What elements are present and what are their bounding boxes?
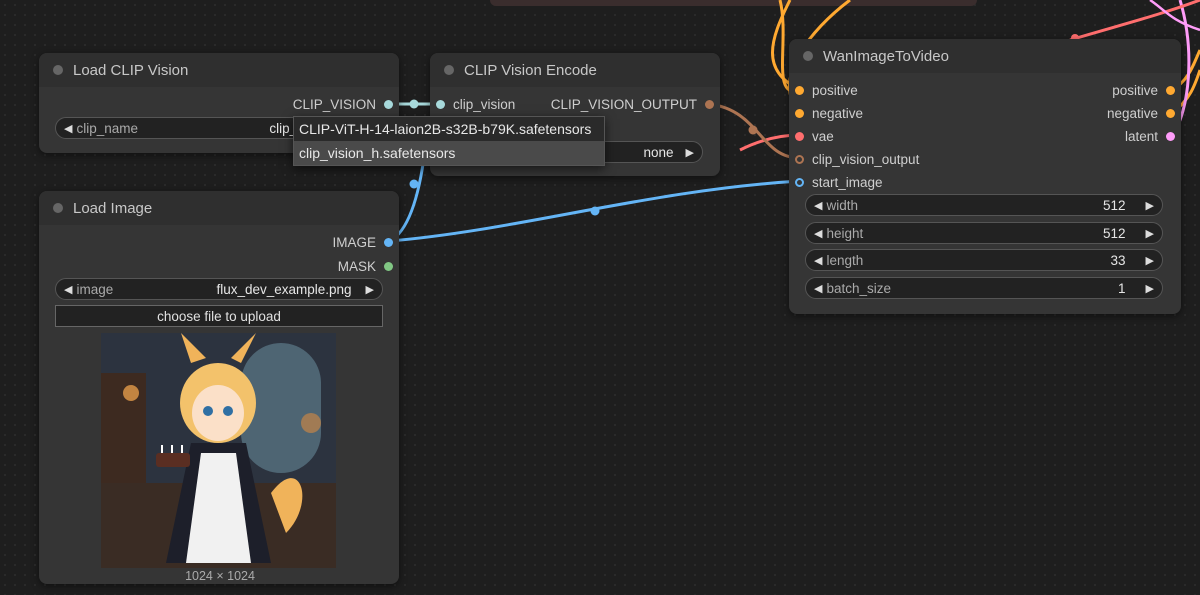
node-title: WanImageToVideo bbox=[823, 47, 949, 65]
output-clip-vision-output[interactable]: CLIP_VISION_OUTPUT bbox=[551, 95, 714, 113]
arrow-right-icon[interactable]: ▶ bbox=[1146, 199, 1154, 212]
arrow-right-icon[interactable]: ▶ bbox=[1146, 254, 1154, 267]
slot-label: negative bbox=[812, 105, 864, 121]
input-negative[interactable]: negative bbox=[795, 104, 863, 122]
output-mask[interactable]: MASK bbox=[338, 257, 393, 275]
slot-dot-icon[interactable] bbox=[795, 177, 804, 187]
widget-label: clip_name bbox=[76, 120, 139, 136]
widget-value: 512 bbox=[1103, 197, 1126, 213]
slot-label: latent bbox=[1124, 128, 1158, 144]
input-start-image[interactable]: start_image bbox=[795, 173, 883, 191]
widget-value: none bbox=[643, 144, 674, 160]
output-negative[interactable]: negative bbox=[1107, 104, 1175, 122]
slot-label: CLIP_VISION_OUTPUT bbox=[550, 96, 697, 112]
widget-value: 512 bbox=[1103, 225, 1126, 241]
clip-name-dropdown-menu[interactable]: CLIP-ViT-H-14-laion2B-s32B-b79K.safetens… bbox=[293, 116, 605, 166]
arrow-right-icon[interactable]: ▶ bbox=[1146, 227, 1154, 240]
image-dimensions: 1024 × 1024 bbox=[185, 569, 255, 583]
input-clip-vision-output[interactable]: clip_vision_output bbox=[795, 150, 919, 168]
image-combo[interactable]: ◀ image flux_dev_example.png ▶ bbox=[55, 278, 383, 300]
slot-dot-icon[interactable] bbox=[1166, 131, 1175, 141]
node-title: CLIP Vision Encode bbox=[464, 61, 597, 79]
slot-dot-icon[interactable] bbox=[795, 85, 804, 95]
slot-dot-icon[interactable] bbox=[384, 261, 393, 271]
slot-label: CLIP_VISION bbox=[292, 96, 376, 112]
node-title: Load CLIP Vision bbox=[73, 61, 189, 79]
collapse-dot-icon[interactable] bbox=[53, 65, 63, 75]
arrow-right-icon[interactable]: ▶ bbox=[1146, 282, 1154, 295]
node-title-bar[interactable]: CLIP Vision Encode bbox=[430, 53, 720, 87]
slot-label: positive bbox=[812, 82, 858, 98]
arrow-left-icon[interactable]: ◀ bbox=[814, 227, 822, 240]
output-latent[interactable]: latent bbox=[1125, 127, 1175, 145]
slot-label: clip_vision bbox=[453, 96, 516, 112]
node-title: Load Image bbox=[73, 199, 153, 217]
choose-file-button[interactable]: choose file to upload bbox=[55, 305, 383, 327]
slot-label: clip_vision_output bbox=[812, 151, 920, 167]
preview-illustration bbox=[101, 333, 336, 568]
widget-label: height bbox=[826, 225, 864, 241]
slot-label: negative bbox=[1106, 105, 1158, 121]
slot-dot-icon[interactable] bbox=[384, 99, 393, 109]
widget-label: batch_size bbox=[826, 280, 892, 296]
output-clip-vision[interactable]: CLIP_VISION bbox=[293, 95, 393, 113]
input-vae[interactable]: vae bbox=[795, 127, 834, 145]
arrow-left-icon[interactable]: ◀ bbox=[64, 283, 72, 296]
length-number-widget[interactable]: ◀ length 33 ▶ bbox=[805, 249, 1163, 271]
slot-dot-icon[interactable] bbox=[705, 99, 714, 109]
output-positive[interactable]: positive bbox=[1112, 81, 1175, 99]
height-number-widget[interactable]: ◀ height 512 ▶ bbox=[805, 222, 1163, 244]
slot-dot-icon[interactable] bbox=[795, 108, 804, 118]
arrow-left-icon[interactable]: ◀ bbox=[64, 122, 72, 135]
arrow-left-icon[interactable]: ◀ bbox=[814, 199, 822, 212]
wire-red-top bbox=[1069, 0, 1200, 42]
slot-dot-icon[interactable] bbox=[795, 131, 804, 141]
slot-label: MASK bbox=[337, 258, 376, 274]
widget-value: flux_dev_example.png bbox=[216, 281, 352, 297]
node-title-bar[interactable]: Load Image bbox=[39, 191, 399, 225]
slot-label: vae bbox=[812, 128, 834, 144]
width-number-widget[interactable]: ◀ width 512 ▶ bbox=[805, 194, 1163, 216]
widget-label: image bbox=[76, 281, 114, 297]
input-clip-vision[interactable]: clip_vision bbox=[436, 95, 515, 113]
image-preview bbox=[101, 333, 336, 568]
slot-dot-icon[interactable] bbox=[1166, 85, 1175, 95]
widget-value: 33 bbox=[1110, 252, 1126, 268]
output-image[interactable]: IMAGE bbox=[332, 233, 393, 251]
arrow-left-icon[interactable]: ◀ bbox=[814, 254, 822, 267]
collapse-dot-icon[interactable] bbox=[53, 203, 63, 213]
slot-dot-icon[interactable] bbox=[1166, 108, 1175, 118]
batch-size-number-widget[interactable]: ◀ batch_size 1 ▶ bbox=[805, 277, 1163, 299]
node-title-bar[interactable]: WanImageToVideo bbox=[789, 39, 1181, 73]
slot-label: IMAGE bbox=[332, 234, 376, 250]
collapse-dot-icon[interactable] bbox=[803, 51, 813, 61]
slot-dot-icon[interactable] bbox=[384, 237, 393, 247]
widget-label: length bbox=[826, 252, 864, 268]
input-positive[interactable]: positive bbox=[795, 81, 858, 99]
offscreen-node-fragment bbox=[490, 0, 977, 6]
node-wan-image-to-video[interactable]: WanImageToVideo positive negative vae cl… bbox=[789, 39, 1181, 314]
widget-value: 1 bbox=[1118, 280, 1126, 296]
dropdown-option[interactable]: CLIP-ViT-H-14-laion2B-s32B-b79K.safetens… bbox=[294, 117, 604, 141]
slot-label: start_image bbox=[812, 174, 883, 190]
arrow-right-icon[interactable]: ▶ bbox=[686, 146, 694, 159]
arrow-right-icon[interactable]: ▶ bbox=[366, 283, 374, 296]
slot-dot-icon[interactable] bbox=[795, 154, 804, 164]
slot-label: positive bbox=[1112, 82, 1158, 98]
slot-dot-icon[interactable] bbox=[436, 99, 445, 109]
arrow-left-icon[interactable]: ◀ bbox=[814, 282, 822, 295]
node-title-bar[interactable]: Load CLIP Vision bbox=[39, 53, 399, 87]
widget-label: width bbox=[826, 197, 858, 213]
collapse-dot-icon[interactable] bbox=[444, 65, 454, 75]
dropdown-option-selected[interactable]: clip_vision_h.safetensors bbox=[294, 141, 604, 165]
